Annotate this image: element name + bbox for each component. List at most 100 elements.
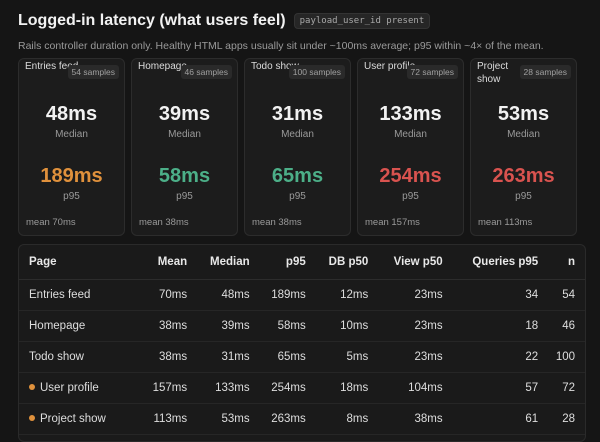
card-median-value: 53ms	[497, 103, 550, 125]
cell-page: Homepage	[19, 310, 142, 342]
cell-page: Todo show	[19, 341, 142, 373]
card-mean: mean 38ms	[252, 217, 302, 228]
cell-median: 39ms	[197, 310, 260, 342]
cell-view-p50: 23ms	[378, 310, 453, 342]
card-samples-badge: 100 samples	[288, 65, 345, 79]
card-mean: mean 113ms	[478, 217, 533, 228]
cell-mean: 157ms	[141, 372, 198, 404]
card-p95-value: 65ms	[271, 165, 324, 187]
card-mean: mean 70ms	[26, 217, 76, 228]
column-header-page[interactable]: Page	[19, 245, 142, 280]
cell-view-p50: 38ms	[378, 403, 453, 435]
cell-n: 72	[548, 372, 585, 404]
table-row[interactable]: Todo show 38ms 31ms 65ms 5ms 23ms 22 100	[19, 341, 585, 373]
cell-page-name: Homepage	[29, 320, 86, 332]
cell-queries-p95: 34	[452, 279, 549, 311]
cell-page-name: Entries feed	[29, 289, 91, 301]
cell-view-p50: 104ms	[378, 372, 453, 404]
page-header: Logged-in latency (what users feel) payl…	[18, 12, 431, 30]
latency-card: Project show 28 samples 53ms Median 263m…	[470, 58, 577, 236]
card-samples-badge: 46 samples	[180, 65, 232, 79]
card-p95-value: 254ms	[379, 165, 442, 187]
cell-page-name: Todo show	[29, 351, 84, 363]
condition-badge: payload_user_id present	[293, 13, 431, 29]
cell-page: User profile	[19, 372, 142, 404]
column-header-queries-p95[interactable]: Queries p95	[452, 245, 549, 280]
cell-page-name: User profile	[40, 382, 99, 394]
table-header-row: Page Mean Median p95 DB p50 View p50 Que…	[19, 245, 585, 280]
card-p95-value: 58ms	[158, 165, 211, 187]
cell-page-name: Project show	[40, 413, 106, 425]
latency-table-container: Page Mean Median p95 DB p50 View p50 Que…	[18, 244, 586, 442]
card-median-label: Median	[55, 129, 88, 140]
page-subtitle: Rails controller duration only. Healthy …	[18, 40, 544, 52]
cell-db-p50: 8ms	[315, 403, 379, 435]
cell-median: 53ms	[197, 403, 260, 435]
cell-p95: 254ms	[259, 372, 316, 404]
cell-mean: 38ms	[141, 341, 198, 373]
cell-view-p50: 23ms	[378, 341, 453, 373]
cell-median: 48ms	[197, 279, 260, 311]
card-samples-badge: 54 samples	[67, 65, 119, 79]
latency-card: Todo show 100 samples 31ms Median 65ms p…	[244, 58, 351, 236]
cell-db-p50: 12ms	[315, 279, 379, 311]
latency-cards: Entries feed 54 samples 48ms Median 189m…	[18, 58, 577, 236]
card-samples-badge: 28 samples	[519, 65, 571, 79]
card-median-value: 48ms	[45, 103, 98, 125]
card-samples-badge: 72 samples	[406, 65, 458, 79]
cell-n: 54	[548, 279, 585, 311]
card-p95-label: p95	[63, 191, 80, 202]
latency-table: Page Mean Median p95 DB p50 View p50 Que…	[19, 245, 585, 435]
cell-queries-p95: 18	[452, 310, 549, 342]
latency-card: Homepage 46 samples 39ms Median 58ms p95…	[131, 58, 238, 236]
column-header-mean[interactable]: Mean	[141, 245, 198, 280]
card-mean: mean 38ms	[139, 217, 189, 228]
card-mean: mean 157ms	[365, 217, 420, 228]
card-median-value: 133ms	[379, 103, 442, 125]
card-median-label: Median	[281, 129, 314, 140]
card-p95-value: 263ms	[492, 165, 555, 187]
cell-queries-p95: 61	[452, 403, 549, 435]
cell-n: 100	[548, 341, 585, 373]
page-title: Logged-in latency (what users feel)	[18, 12, 286, 29]
cell-queries-p95: 22	[452, 341, 549, 373]
column-header-p95[interactable]: p95	[259, 245, 316, 280]
cell-page: Project show	[19, 403, 142, 435]
cell-median: 133ms	[197, 372, 260, 404]
cell-view-p50: 23ms	[378, 279, 453, 311]
cell-p95: 65ms	[259, 341, 316, 373]
table-row[interactable]: Entries feed 70ms 48ms 189ms 12ms 23ms 3…	[19, 279, 585, 311]
card-p95-label: p95	[176, 191, 193, 202]
cell-p95: 58ms	[259, 310, 316, 342]
column-header-n[interactable]: n	[548, 245, 585, 280]
card-p95-value: 189ms	[40, 165, 103, 187]
cell-mean: 70ms	[141, 279, 198, 311]
cell-n: 46	[548, 310, 585, 342]
card-median-label: Median	[394, 129, 427, 140]
cell-p95: 189ms	[259, 279, 316, 311]
card-median-label: Median	[168, 129, 201, 140]
latency-card: User profile 72 samples 133ms Median 254…	[357, 58, 464, 236]
cell-n: 28	[548, 403, 585, 435]
card-p95-label: p95	[402, 191, 419, 202]
column-header-view-p50[interactable]: View p50	[378, 245, 453, 280]
warning-dot-icon	[29, 384, 35, 390]
cell-p95: 263ms	[259, 403, 316, 435]
warning-dot-icon	[29, 415, 35, 421]
table-row[interactable]: Homepage 38ms 39ms 58ms 10ms 23ms 18 46	[19, 310, 585, 342]
cell-db-p50: 5ms	[315, 341, 379, 373]
cell-db-p50: 10ms	[315, 310, 379, 342]
card-median-value: 39ms	[158, 103, 211, 125]
column-header-db-p50[interactable]: DB p50	[315, 245, 379, 280]
table-row[interactable]: User profile 157ms 133ms 254ms 18ms 104m…	[19, 372, 585, 404]
cell-median: 31ms	[197, 341, 260, 373]
card-p95-label: p95	[515, 191, 532, 202]
card-p95-label: p95	[289, 191, 306, 202]
cell-mean: 113ms	[141, 403, 198, 435]
cell-mean: 38ms	[141, 310, 198, 342]
column-header-median[interactable]: Median	[197, 245, 260, 280]
latency-card: Entries feed 54 samples 48ms Median 189m…	[18, 58, 125, 236]
cell-queries-p95: 57	[452, 372, 549, 404]
table-row[interactable]: Project show 113ms 53ms 263ms 8ms 38ms 6…	[19, 403, 585, 435]
card-median-label: Median	[507, 129, 540, 140]
